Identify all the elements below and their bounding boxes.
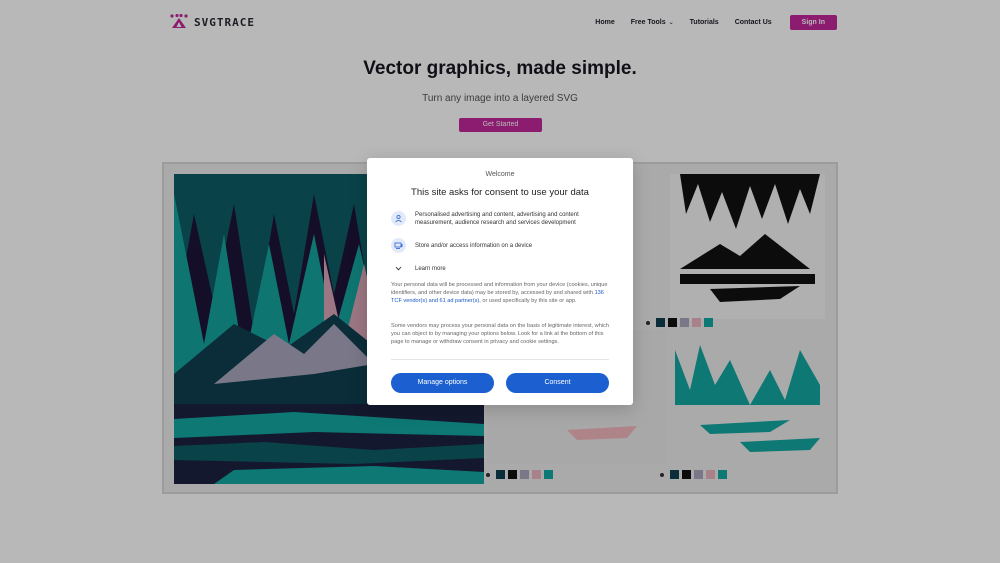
dialog-divider xyxy=(391,359,609,360)
paragraph-text: , or used specifically by this site or a… xyxy=(479,298,577,305)
purpose-advertising: Personalised advertising and content, ad… xyxy=(391,211,615,227)
paragraph-text: Your personal data will be processed and… xyxy=(391,282,608,297)
consent-button[interactable]: Consent xyxy=(506,373,609,393)
manage-options-button[interactable]: Manage options xyxy=(391,373,494,393)
consent-paragraph-2: Some vendors may process your personal d… xyxy=(391,323,609,346)
dialog-title: This site asks for consent to use your d… xyxy=(411,187,589,198)
chevron-down-icon xyxy=(391,261,406,276)
consent-paragraph-1: Your personal data will be processed and… xyxy=(391,281,609,306)
device-icon xyxy=(391,238,406,253)
dialog-welcome: Welcome xyxy=(485,171,515,178)
person-icon xyxy=(391,211,406,226)
purpose-text: Personalised advertising and content, ad… xyxy=(415,212,579,226)
learn-more-toggle[interactable]: Learn more xyxy=(391,261,446,276)
consent-dialog: Welcome This site asks for consent to us… xyxy=(367,158,633,405)
purpose-text: Store and/or access information on a dev… xyxy=(415,243,533,249)
learn-more-label: Learn more xyxy=(415,265,446,272)
purpose-device-storage: Store and/or access information on a dev… xyxy=(391,238,615,253)
